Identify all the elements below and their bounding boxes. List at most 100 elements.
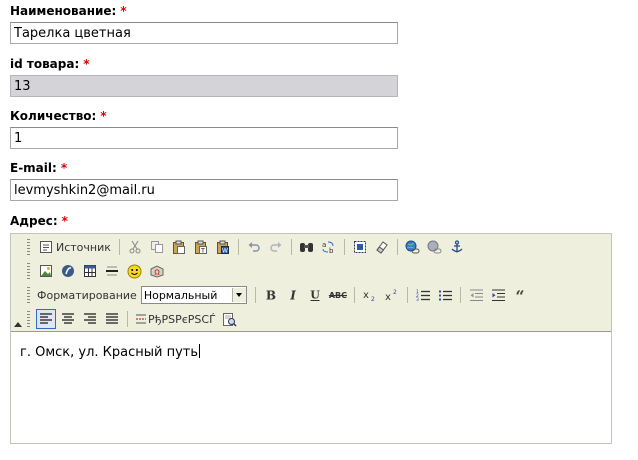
find-button[interactable] [297,237,317,257]
format-select[interactable]: Нормальный [140,286,247,304]
required-mark: * [60,161,68,175]
svg-text:3: 3 [416,297,419,302]
align-center-icon [62,313,74,324]
svg-text:“: “ [515,288,524,302]
flash-button[interactable] [58,261,78,281]
quantity-input[interactable] [10,127,398,149]
replace-icon: ab [322,241,334,254]
flash-icon [62,265,74,277]
italic-icon: I [289,289,296,303]
subscript-icon: x2 [363,290,375,302]
align-left-button[interactable] [36,309,56,329]
format-select-value: Нормальный [143,288,218,302]
email-input[interactable] [10,179,398,201]
paste-word-icon: W [216,240,229,255]
align-right-icon [84,313,96,324]
special-char-icon: Ω [150,265,163,278]
remove-format-button[interactable] [372,237,392,257]
name-input[interactable] [10,22,398,44]
bold-button[interactable]: B [261,285,281,305]
undo-icon [248,242,260,252]
copy-icon [150,241,163,253]
toolbar-grip [27,239,30,255]
smiley-button[interactable] [124,261,144,281]
format-label: Форматирование [37,288,137,302]
table-icon [84,265,96,277]
anchor-button[interactable] [447,237,467,257]
encoded-label: PђPSPєPSCЃ [148,312,216,326]
source-icon [40,241,52,253]
toolbar-grip [27,311,30,327]
unlink-button[interactable] [425,237,445,257]
align-center-button[interactable] [58,309,78,329]
bulleted-list-icon [438,290,452,301]
collapse-toolbar-icon[interactable] [14,322,22,327]
required-mark: * [83,57,90,71]
toolbar-grip [27,287,30,303]
scissors-icon [129,240,141,254]
quote-icon: “ [515,288,524,302]
align-left-icon [40,313,52,324]
strike-label: ABC [328,290,347,300]
outdent-button[interactable] [466,285,486,305]
preview-button[interactable] [220,309,240,329]
globe-unlink-icon [427,240,442,254]
redo-icon [270,242,282,252]
address-editor: Источник T W ab Ω Форматирование Нормаль… [10,233,612,444]
svg-text:I: I [289,289,296,303]
justify-button[interactable] [102,309,122,329]
text-caret [199,344,201,358]
globe-link-icon [405,240,420,254]
source-button[interactable]: Источник [36,237,114,257]
horizontal-rule-button[interactable] [102,261,122,281]
superscript-icon: x2 [385,289,397,302]
svg-text:x: x [363,290,369,301]
underline-button[interactable]: U [305,285,325,305]
copy-button[interactable] [147,237,167,257]
toolbar-row-2: Ω [27,260,167,282]
editor-content[interactable]: г. Омск, ул. Красный путь [11,331,611,443]
redo-button[interactable] [266,237,286,257]
numbered-list-button[interactable]: 123 [413,285,433,305]
svg-text:Ω: Ω [154,269,160,277]
replace-button[interactable]: ab [319,237,339,257]
page-break-icon [136,314,146,324]
undo-button[interactable] [244,237,264,257]
strike-button[interactable]: ABC [327,285,349,305]
select-all-button[interactable] [350,237,370,257]
horizontal-rule-icon [106,266,118,276]
svg-text:B: B [266,289,276,303]
encoded-button[interactable]: PђPSPєPSCЃ [133,309,218,329]
cut-button[interactable] [125,237,145,257]
binoculars-icon [300,243,314,252]
paste-text-icon: T [194,240,207,254]
blockquote-button[interactable]: “ [510,285,530,305]
svg-text:b: b [329,247,334,254]
image-button[interactable] [36,261,56,281]
product-id-input[interactable] [10,75,398,97]
underline-icon: U [310,289,320,302]
paste-icon [172,240,185,254]
bold-icon: B [266,289,276,303]
svg-text:W: W [222,248,228,255]
required-mark: * [61,214,68,228]
subscript-button[interactable]: x2 [360,285,380,305]
align-right-button[interactable] [80,309,100,329]
toolbar-row-4: PђPSPєPSCЃ [27,308,241,330]
bulleted-list-button[interactable] [435,285,455,305]
quantity-label: Количество: * [10,109,107,123]
link-button[interactable] [403,237,423,257]
svg-text:2: 2 [371,296,375,302]
superscript-button[interactable]: x2 [382,285,402,305]
svg-text:U: U [310,289,320,302]
italic-button[interactable]: I [283,285,303,305]
indent-button[interactable] [488,285,508,305]
table-button[interactable] [80,261,100,281]
paste-button[interactable] [169,237,189,257]
special-char-button[interactable]: Ω [146,261,166,281]
anchor-icon [451,240,463,253]
name-label: Наименование: * [10,4,127,18]
chevron-down-icon[interactable] [231,288,246,302]
paste-word-button[interactable]: W [213,237,233,257]
paste-text-button[interactable]: T [191,237,211,257]
